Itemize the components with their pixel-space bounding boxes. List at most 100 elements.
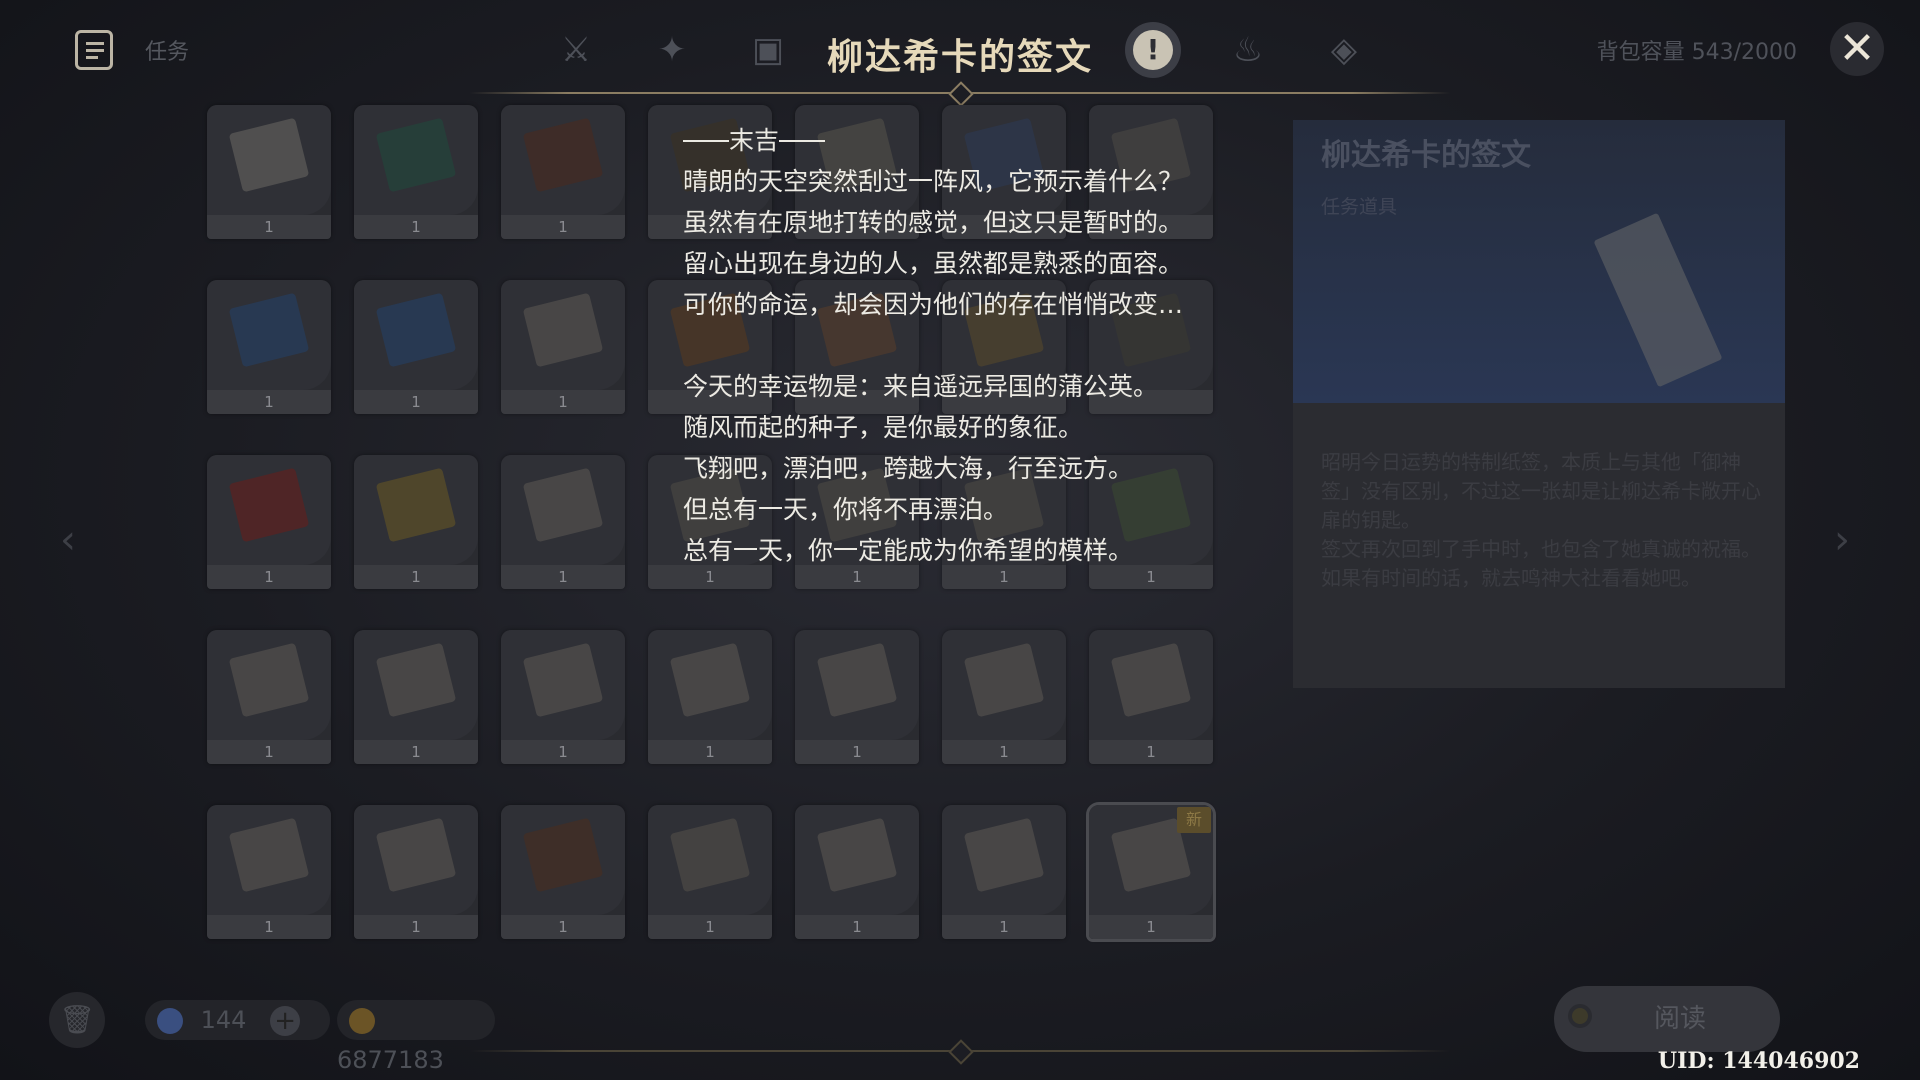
heading-dash-right	[779, 139, 826, 142]
item-slot[interactable]: 1	[354, 455, 478, 589]
item-count: 1	[501, 915, 625, 939]
inventory-capacity: 背包容量 543/2000	[1596, 40, 1797, 65]
item-icon	[228, 117, 310, 193]
item-art	[501, 630, 625, 740]
item-art	[795, 630, 919, 740]
item-slot[interactable]: 1	[942, 805, 1066, 939]
item-count: 1	[942, 915, 1066, 939]
item-slot[interactable]: 1	[501, 105, 625, 239]
item-slot[interactable]: 1	[795, 805, 919, 939]
fortune-line: 虽然有在原地打转的感觉，但这只是暂时的。	[683, 208, 1184, 237]
top-bar: 任务 ⚔ ✦ ▣ ! ♨ ◈ 柳达希卡的签文 背包容量 543/2000 ✕	[0, 0, 1920, 107]
bottom-ornament-icon	[948, 1039, 974, 1065]
item-count: 1	[207, 740, 331, 764]
add-primogem-button[interactable]: +	[270, 1006, 301, 1036]
item-detail-panel: 柳达希卡的签文 任务道具 昭明今日运势的特制纸签，本质上与其他「御神签」没有区别…	[1293, 120, 1785, 688]
item-icon	[522, 292, 604, 368]
item-slot[interactable]: 1	[354, 280, 478, 414]
heading-dash-left	[683, 139, 729, 142]
item-art	[501, 280, 625, 390]
fortune-slip-image	[1593, 212, 1723, 388]
item-icon	[522, 467, 604, 543]
item-slot[interactable]: 1	[501, 630, 625, 764]
title-ornament-icon	[948, 81, 974, 107]
fortune-line: 可你的命运，却会因为他们的存在悄悄改变…	[683, 290, 1184, 319]
item-slot[interactable]: 1	[207, 280, 331, 414]
next-page-arrow-icon[interactable]: ›	[1834, 520, 1860, 560]
fortune-line: 随风而起的种子，是你最好的象征。	[683, 413, 1084, 442]
item-art	[207, 455, 331, 565]
item-slot[interactable]: 1	[354, 630, 478, 764]
item-slot[interactable]: 1	[207, 630, 331, 764]
item-slot[interactable]: 1	[207, 455, 331, 589]
item-slot[interactable]: 1新	[1086, 802, 1216, 942]
detail-item-type: 任务道具	[1321, 196, 1398, 218]
fortune-lines: 晴朗的天空突然刮过一阵风，它预示着什么？ 虽然有在原地打转的感觉，但这只是暂时的。…	[683, 161, 1243, 571]
confirm-key-icon	[1568, 1004, 1592, 1028]
detail-item-name: 柳达希卡的签文	[1321, 138, 1531, 173]
item-count: 1	[795, 915, 919, 939]
item-icon	[669, 642, 751, 718]
primogem-count: 144	[200, 1006, 247, 1034]
close-button[interactable]: ✕	[1830, 22, 1884, 76]
item-icon	[375, 117, 457, 193]
prev-page-arrow-icon[interactable]: ‹	[60, 520, 86, 560]
item-count: 1	[501, 565, 625, 589]
item-slot[interactable]: 1	[354, 805, 478, 939]
fortune-line: 留心出现在身边的人，虽然都是熟悉的面容。	[683, 249, 1184, 278]
item-slot[interactable]: 1	[501, 805, 625, 939]
item-icon	[375, 467, 457, 543]
primogem-icon	[157, 1008, 183, 1034]
item-count: 1	[648, 740, 772, 764]
primogem-counter: 144 +	[145, 1000, 330, 1040]
item-slot[interactable]: 1	[354, 105, 478, 239]
item-icon	[228, 467, 310, 543]
detail-description: 昭明今日运势的特制纸签，本质上与其他「御神签」没有区别，不过这一张却是让柳达希卡…	[1321, 450, 1761, 590]
delete-button[interactable]: 🗑	[49, 992, 105, 1048]
item-art	[648, 805, 772, 915]
item-count: 1	[795, 740, 919, 764]
detail-body: 昭明今日运势的特制纸签，本质上与其他「御神签」没有区别，不过这一张却是让柳达希卡…	[1293, 403, 1785, 688]
item-icon	[522, 117, 604, 193]
item-art	[354, 805, 478, 915]
item-art	[207, 105, 331, 215]
mora-icon	[349, 1008, 375, 1034]
item-count: 1	[354, 740, 478, 764]
item-icon	[963, 642, 1045, 718]
item-count: 1	[501, 215, 625, 239]
fortune-line: 今天的幸运物是：来自遥远异国的蒲公英。	[683, 372, 1159, 401]
new-badge: 新	[1177, 807, 1211, 833]
fortune-line: 晴朗的天空突然刮过一阵风，它预示着什么？	[683, 167, 1184, 196]
item-icon	[1110, 642, 1192, 718]
fortune-line: 总有一天，你一定能成为你希望的模样。	[683, 536, 1134, 565]
player-uid: UID: 144046902	[1657, 1048, 1860, 1074]
item-count: 1	[354, 390, 478, 414]
detail-header: 柳达希卡的签文 任务道具	[1293, 120, 1785, 403]
item-art	[207, 630, 331, 740]
read-button[interactable]: 阅读	[1554, 986, 1780, 1052]
item-art	[501, 105, 625, 215]
item-slot[interactable]: 1	[207, 105, 331, 239]
item-count: 1	[207, 915, 331, 939]
item-icon	[228, 292, 310, 368]
item-slot[interactable]: 1	[501, 280, 625, 414]
item-icon	[816, 642, 898, 718]
item-count: 1	[207, 390, 331, 414]
item-slot[interactable]: 1	[648, 805, 772, 939]
item-icon	[963, 817, 1045, 893]
item-icon	[375, 642, 457, 718]
item-count: 1	[501, 740, 625, 764]
item-slot[interactable]: 1	[795, 630, 919, 764]
item-slot[interactable]: 1	[942, 630, 1066, 764]
read-button-label: 阅读	[1654, 1004, 1707, 1034]
item-slot[interactable]: 1	[648, 630, 772, 764]
item-count: 1	[354, 915, 478, 939]
item-icon	[816, 817, 898, 893]
item-art	[942, 630, 1066, 740]
item-count: 1	[207, 215, 331, 239]
item-slot[interactable]: 1	[207, 805, 331, 939]
item-art	[354, 105, 478, 215]
item-slot[interactable]: 1	[1089, 630, 1213, 764]
item-slot[interactable]: 1	[501, 455, 625, 589]
item-icon	[375, 817, 457, 893]
